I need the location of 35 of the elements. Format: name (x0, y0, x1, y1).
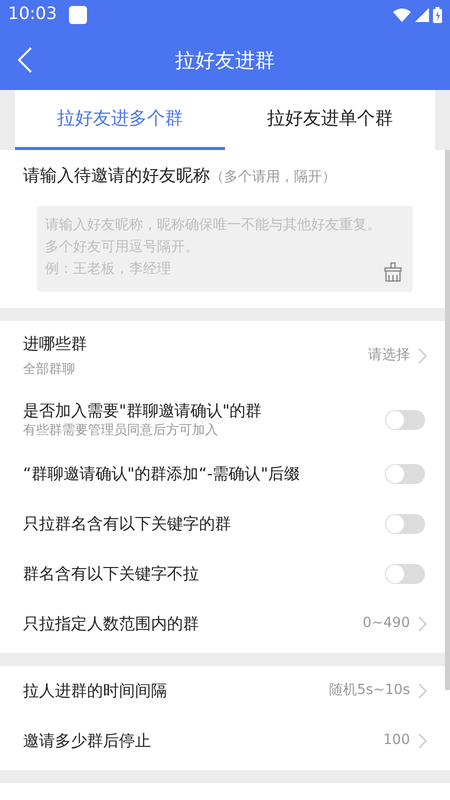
chevron-icon (418, 682, 427, 698)
value-selector[interactable]: 请选择 (368, 345, 427, 366)
row-title: “群聊邀请确认"的群添加“-需确认"后缀 (23, 462, 302, 484)
page-title: 拉好友进群 (175, 47, 275, 74)
row-subtitle: 全部群聊 (23, 360, 76, 378)
field-label: 请输入待邀请的好友昵称 (23, 165, 210, 188)
broom-icon[interactable] (383, 262, 403, 282)
value-selector[interactable]: 随机5s~10s (328, 680, 427, 701)
row-title: 进哪些群 (23, 332, 88, 354)
row-title: 群名含有以下关键字不拉 (23, 562, 200, 584)
row-title: 邀请多少群后停止 (23, 730, 152, 752)
toggle-switch[interactable] (385, 410, 425, 430)
status-time: 10:03 (8, 3, 57, 26)
chevron-icon (418, 616, 427, 632)
wifi-icon (393, 8, 411, 22)
value-selector[interactable]: 100 (383, 730, 427, 751)
tab[interactable]: 拉好友进多个群 (15, 90, 225, 150)
row-subtitle: 有些群需要管理员同意后方可加入 (23, 422, 219, 440)
row-title: 是否加入需要"群聊邀请确认"的群 (23, 400, 263, 422)
chevron-icon (418, 348, 427, 364)
signal-icon (415, 8, 429, 22)
back-icon (18, 47, 32, 73)
toggle-switch[interactable] (385, 564, 425, 584)
row-title: 拉人进群的时间间隔 (23, 680, 168, 702)
row-title: 只拉群名含有以下关键字的群 (23, 512, 232, 534)
toggle-switch[interactable] (385, 464, 425, 484)
notification-icon (69, 6, 87, 24)
toggle-switch[interactable] (385, 514, 425, 534)
scrollbar[interactable] (445, 150, 450, 690)
chevron-icon (418, 732, 427, 748)
tab[interactable]: 拉好友进单个群 (225, 90, 435, 150)
battery-icon (433, 7, 442, 23)
field-hint: （多个请用，隔开） (210, 168, 336, 187)
row-title: 只拉指定人数范围内的群 (23, 612, 200, 634)
value-selector[interactable]: 0~490 (362, 613, 427, 634)
